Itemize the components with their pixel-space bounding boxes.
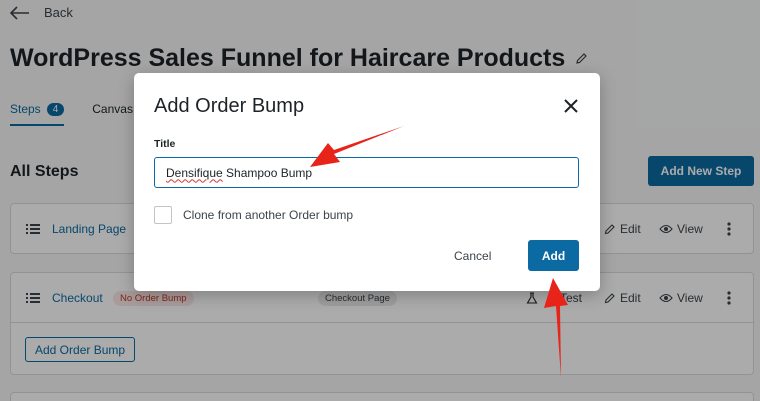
modal-title: Add Order Bump: [154, 95, 305, 117]
cancel-button[interactable]: Cancel: [454, 249, 491, 263]
clone-checkbox[interactable]: [154, 206, 172, 224]
input-value-word1: Densifique: [166, 165, 223, 180]
add-button[interactable]: Add: [528, 240, 579, 271]
title-input[interactable]: Densifique Shampoo Bump: [154, 157, 579, 188]
title-field-label: Title: [154, 138, 176, 150]
add-order-bump-modal: Add Order Bump Title Densifique Shampoo …: [134, 73, 600, 291]
clone-option[interactable]: Clone from another Order bump: [154, 206, 353, 224]
close-icon[interactable]: [564, 99, 578, 113]
input-value-rest: Shampoo Bump: [222, 165, 313, 180]
clone-checkbox-label: Clone from another Order bump: [183, 208, 354, 222]
